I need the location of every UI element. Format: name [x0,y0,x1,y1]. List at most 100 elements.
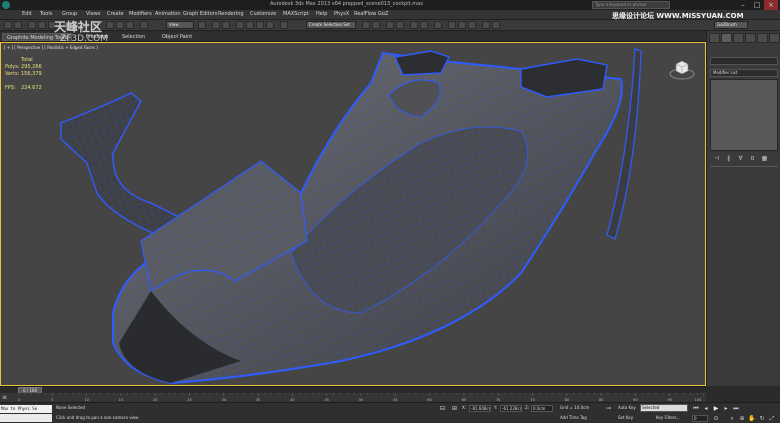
select-manipulate-icon[interactable] [212,21,220,29]
unlink-icon[interactable] [38,21,46,29]
material-editor-icon[interactable] [434,21,442,29]
status-bar: Max to Physc Se None Selected Click and … [0,402,780,423]
show-end-result-icon[interactable]: ∥ [724,155,733,163]
menu-animation[interactable]: Animation [155,11,181,17]
go-to-end-icon[interactable]: ⏭ [732,405,740,412]
display-tab-icon[interactable] [757,33,768,43]
move-icon[interactable] [106,21,114,29]
absolute-mode-icon[interactable]: ⊞ [452,405,459,412]
rendered-frame-window-icon[interactable] [458,21,466,29]
menu-group[interactable]: Group [62,11,77,17]
snaps-toggle-icon[interactable] [236,21,244,29]
configure-sets-icon[interactable]: ▦ [760,155,769,163]
graphite-toggle-icon[interactable] [396,21,404,29]
gozbrush-button[interactable]: GoZBrush [714,21,748,29]
pan-icon[interactable]: ✋ [748,415,756,423]
edit-named-sets-icon[interactable] [280,21,288,29]
redo-icon[interactable] [14,21,22,29]
maxscript-listener-input[interactable]: Max to Physc Se [0,405,52,413]
rotate-icon[interactable] [116,21,124,29]
search-input[interactable]: Type a keyword or phrase [592,1,670,9]
render-production-icon[interactable] [468,21,476,29]
track-bar[interactable]: ≡ 0 5 10 15 20 25 30 35 40 45 50 55 60 65 70 75 80 85 90 95… [0,393,706,402]
motion-tab-icon[interactable] [745,33,756,43]
maxscript-output[interactable] [0,414,52,422]
menu-graph-editors[interactable]: Graph Editors [183,11,217,17]
render-setup-icon[interactable] [448,21,456,29]
minimize-icon[interactable]: – [736,0,750,10]
layer-manager-icon[interactable] [386,21,394,29]
mini-curve-editor-icon[interactable]: ≡ [2,394,12,401]
time-slider[interactable]: 0 / 100 [0,386,706,394]
play-icon[interactable]: ▶ [712,405,720,412]
keyboard-shortcut-icon[interactable] [222,21,230,29]
make-unique-icon[interactable]: ∀ [736,155,745,163]
set-key-button[interactable]: Set Key [618,415,633,420]
menu-help[interactable]: Help [316,11,327,17]
auto-key-button[interactable]: Auto Key [618,405,636,410]
realflow-icon[interactable] [482,21,490,29]
lock-selection-icon[interactable]: ⊟ [440,405,447,412]
align-icon[interactable] [372,21,380,29]
scale-icon[interactable] [126,21,134,29]
menu-create[interactable]: Create [107,11,124,17]
link-icon[interactable] [28,21,36,29]
menu-realflow[interactable]: RealFlow [354,11,376,17]
hierarchy-tab-icon[interactable] [733,33,744,43]
key-selection-dropdown[interactable]: Selected [640,404,688,412]
menu-goz[interactable]: GoZ [378,11,388,17]
next-frame-icon[interactable]: ▸ [722,405,730,412]
x-coordinate-field[interactable]: -81.608cm [469,405,491,412]
undo-icon[interactable] [4,21,12,29]
maximize-icon[interactable]: □ [750,0,764,10]
perspective-viewport[interactable]: [ + ] [ Perspective ] [ Realistic + Edge… [0,42,706,386]
menu-tools[interactable]: Tools [40,11,52,17]
modifier-list-dropdown[interactable]: Modifier List [710,69,778,77]
object-name-field[interactable] [710,57,778,65]
z-coordinate-field[interactable]: 0.0cm [531,405,553,412]
schematic-view-icon[interactable] [420,21,428,29]
pivot-center-icon[interactable] [198,21,206,29]
y-coordinate-field[interactable]: -61.228cm [500,405,522,412]
app-logo-icon[interactable] [2,1,10,9]
menu-customize[interactable]: Customize [250,11,276,17]
set-key-mode-icon[interactable]: ⊸ [606,405,616,412]
menu-views[interactable]: Views [86,11,100,17]
select-place-icon[interactable] [140,21,148,29]
orbit-icon[interactable]: ↻ [758,415,766,423]
close-icon[interactable]: × [764,0,778,10]
mirror-icon[interactable] [362,21,370,29]
add-time-tag[interactable]: Add Time Tag [560,415,587,420]
menu-edit[interactable]: Edit [22,11,32,17]
menu-rendering[interactable]: Rendering [218,11,244,17]
reference-coordinate-dropdown[interactable]: View [166,21,194,29]
menu-physx[interactable]: PhysX [334,11,349,17]
current-frame-field[interactable]: 0 [692,415,708,422]
pin-stack-icon[interactable]: ⊣ [712,155,721,163]
zoom-icon[interactable]: ⌕ [728,415,736,423]
tab-object-paint[interactable]: Object Paint [158,33,196,41]
modify-tab-icon[interactable] [721,33,732,43]
curve-editor-icon[interactable] [410,21,418,29]
utilities-tab-icon[interactable] [769,33,780,43]
tab-selection[interactable]: Selection [118,33,149,41]
menu-modifiers[interactable]: Modifiers [129,11,152,17]
maximize-viewport-icon[interactable]: ⤢ [768,415,776,423]
go-to-start-icon[interactable]: ⏮ [692,405,700,412]
physx-icon[interactable] [492,21,500,29]
viewport-label[interactable]: [ + ] [ Perspective ] [ Realistic + Edge… [4,45,98,50]
percent-snap-icon[interactable] [256,21,264,29]
remove-modifier-icon[interactable]: ʊ [748,155,757,163]
zoom-all-icon[interactable]: ⊕ [738,415,746,423]
modifier-stack[interactable] [710,79,778,151]
angle-snap-icon[interactable] [246,21,254,29]
previous-frame-icon[interactable]: ◂ [702,405,710,412]
named-selection-dropdown[interactable]: Create Selection Set [306,21,356,29]
spinner-snap-icon[interactable] [266,21,274,29]
viewcube-icon[interactable] [669,55,695,81]
menu-maxscript[interactable]: MAXScript [283,11,309,17]
time-configuration-icon[interactable]: ⊙ [712,415,720,423]
statistics-overlay: Total Polys: 295,266 Verts: 156,379 FPS:… [5,57,42,92]
key-filters-button[interactable]: Key Filters... [656,415,680,420]
create-tab-icon[interactable] [709,33,720,43]
